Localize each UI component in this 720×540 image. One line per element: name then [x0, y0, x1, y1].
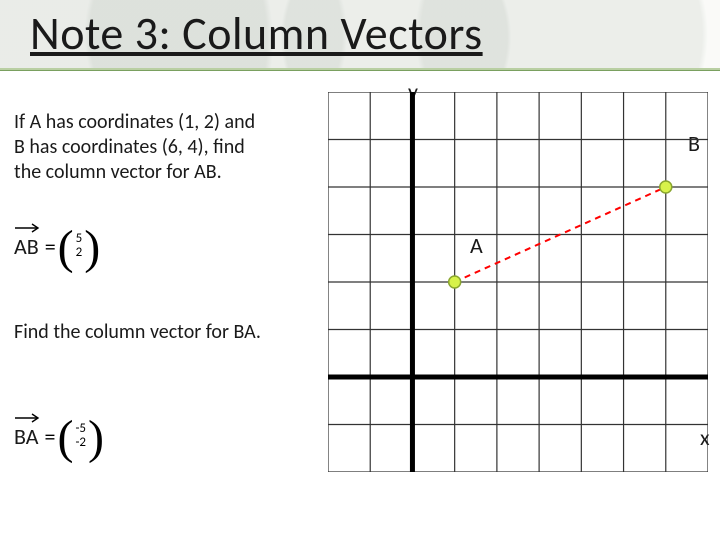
prompt-text: Find the column vector for BA. — [14, 320, 314, 345]
problem-text: If A has coordinates (1, 2) and B has co… — [14, 110, 314, 185]
coordinate-grid — [328, 92, 708, 472]
vector-top: 5 — [76, 232, 83, 246]
equals-sign: = — [44, 423, 55, 450]
problem-line: the column vector for AB. — [14, 160, 222, 184]
paren-close-icon: ) — [88, 417, 104, 459]
vector-name: AB — [14, 233, 39, 260]
slide: Note 3: Column Vectors If A has coordina… — [0, 0, 720, 540]
vector-bottom: -2 — [75, 436, 86, 450]
vector-top: -5 — [75, 422, 86, 436]
paren-open-icon: ( — [58, 227, 74, 269]
divider — [0, 70, 720, 71]
problem-line: B has coordinates (6, 4), find — [14, 135, 245, 159]
vector-label-text: AB — [14, 233, 39, 260]
paren-open-icon: ( — [57, 417, 73, 459]
vector-arrow-icon — [14, 223, 40, 233]
vector-ab-expression: AB = ( 5 2 ) — [14, 225, 100, 267]
column-vector: 5 2 — [76, 232, 83, 261]
vector-ba-expression: BA = ( -5 -2 ) — [14, 415, 104, 457]
paren-close-icon: ) — [84, 227, 100, 269]
equals-sign: = — [45, 233, 56, 260]
vector-arrow-icon — [14, 413, 40, 423]
page-title: Note 3: Column Vectors — [30, 6, 483, 62]
column-vector: -5 -2 — [75, 422, 86, 451]
vector-name: BA — [14, 423, 38, 450]
vector-label-text: BA — [14, 423, 38, 450]
grid-svg — [328, 92, 708, 472]
vector-bottom: 2 — [76, 246, 83, 260]
problem-line: If A has coordinates (1, 2) and — [14, 110, 255, 134]
